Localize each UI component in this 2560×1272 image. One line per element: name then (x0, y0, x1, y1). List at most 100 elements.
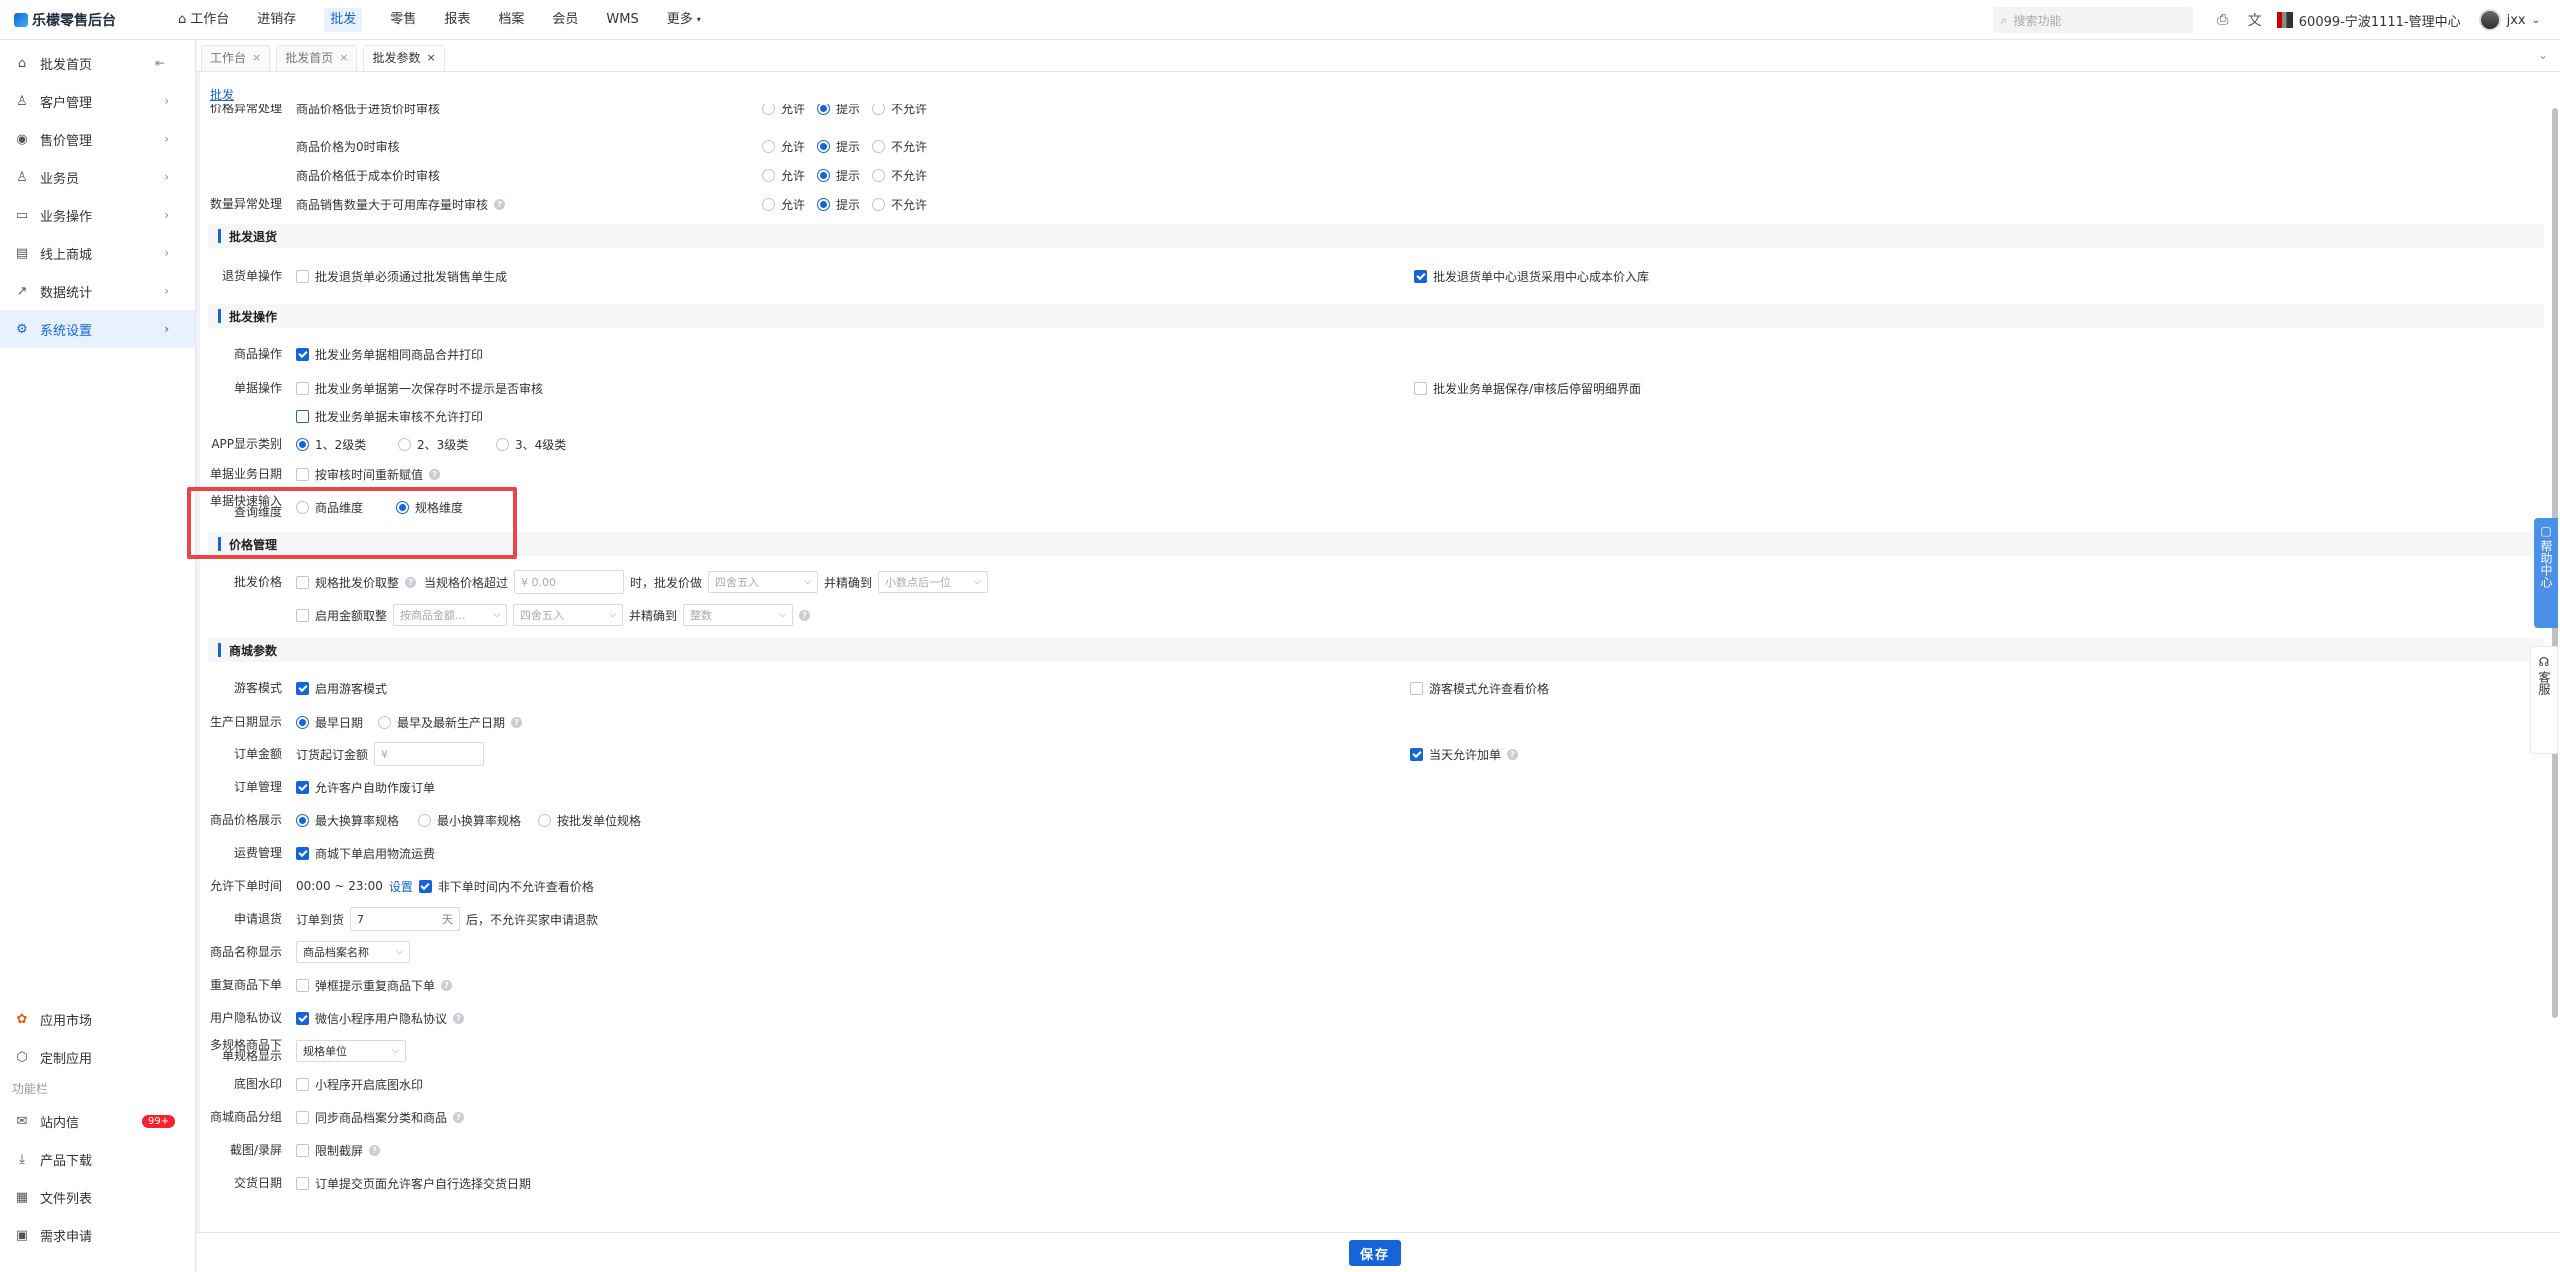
radio-wholesale-unit-spec[interactable] (538, 813, 551, 827)
checkbox-guest-view-price[interactable] (1410, 681, 1423, 695)
checkbox-merge-print[interactable] (296, 347, 309, 361)
save-button[interactable]: 保存 (1349, 1240, 1401, 1266)
nav-item-reports[interactable]: 报表 (430, 0, 484, 40)
nav-item-member[interactable]: 会员 (538, 0, 592, 40)
help-icon[interactable]: ? (453, 1111, 465, 1123)
precision-select[interactable]: 小数点后一位 ⌵ (878, 571, 989, 593)
sidebar-item-salesman[interactable]: ♙ 业务员 › (0, 158, 195, 196)
checkbox-limit-screenshot[interactable] (296, 1143, 309, 1157)
checkbox-same-day-add[interactable] (1410, 747, 1423, 761)
nav-item-wms[interactable]: WMS (592, 0, 652, 40)
sidebar-item-messages[interactable]: ✉ 站内信 99+ (0, 1102, 196, 1140)
checkbox-privacy-agreement[interactable] (296, 1011, 309, 1025)
checkbox-watermark[interactable] (296, 1077, 309, 1091)
radio-prompt[interactable] (817, 168, 831, 182)
sidebar-item-settings[interactable]: ⚙ 系统设置 › (0, 310, 195, 348)
radio-prompt[interactable] (817, 104, 831, 115)
refund-days-input[interactable]: 7天 (350, 907, 461, 931)
min-order-amount-input[interactable]: ¥ (374, 742, 485, 766)
radio-max-ratio-spec[interactable] (296, 813, 309, 827)
radio-prompt[interactable] (817, 197, 831, 211)
sidebar-item-file-list[interactable]: ▦ 文件列表 (0, 1178, 196, 1216)
nav-item-inventory[interactable]: 进销存 (243, 0, 310, 40)
checkbox-enable-guest-mode[interactable] (296, 681, 309, 695)
checkbox-no-audit-prompt[interactable] (296, 381, 309, 395)
tab-wholesale-home[interactable]: 批发首页 × (276, 45, 358, 71)
sidebar-item-operation[interactable]: ▭ 业务操作 › (0, 196, 195, 234)
radio-allow[interactable] (762, 139, 775, 153)
checkbox-spec-price-round[interactable] (296, 575, 309, 589)
checkbox-customer-select-delivery[interactable] (296, 1176, 309, 1190)
rounding-method-select[interactable]: 四舍五入 ⌵ (708, 571, 819, 593)
nav-item-wholesale[interactable]: 批发 (310, 0, 376, 40)
help-icon[interactable]: ? (511, 716, 523, 728)
radio-min-ratio-spec[interactable] (418, 813, 431, 827)
sidebar-item-statistics[interactable]: ↗ 数据统计 › (0, 272, 195, 310)
tab-wholesale-params[interactable]: 批发参数 × (363, 45, 445, 71)
checkbox-self-cancel-order[interactable] (296, 780, 309, 794)
help-icon[interactable]: ? (441, 979, 453, 991)
radio-app-level-23[interactable] (398, 437, 411, 451)
radio-allow[interactable] (762, 197, 775, 211)
checkbox-return-from-sales[interactable] (296, 269, 309, 283)
set-order-time-link[interactable]: 设置 (389, 878, 413, 895)
checkbox-return-center-cost[interactable] (1414, 269, 1427, 283)
help-icon[interactable]: ? (405, 576, 417, 588)
help-center-button[interactable]: ▢ 帮助中心 (2534, 518, 2558, 628)
sidebar-item-custom-app[interactable]: ⬡ 定制应用 (0, 1038, 196, 1076)
checkbox-duplicate-prompt[interactable] (296, 978, 309, 992)
function-search-input[interactable]: ⌕ 搜索功能 (1992, 7, 2193, 33)
checkbox-hide-price-off-hours[interactable] (418, 879, 432, 893)
help-icon[interactable]: ? (799, 609, 811, 621)
close-icon[interactable]: × (252, 46, 261, 71)
close-icon[interactable]: × (339, 46, 348, 71)
radio-deny[interactable] (872, 104, 886, 115)
breadcrumb[interactable]: 批发 (210, 86, 234, 103)
sidebar-item-request[interactable]: ▣ 需求申请 (0, 1216, 196, 1254)
product-name-display-select[interactable]: 商品档案名称 ⌵ (296, 941, 410, 963)
language-icon[interactable]: 文 (2239, 10, 2271, 30)
tab-workbench[interactable]: 工作台 × (201, 45, 271, 71)
checkbox-unaudited-no-print[interactable] (296, 409, 309, 423)
radio-app-level-12[interactable] (296, 437, 309, 451)
checkbox-stay-detail[interactable] (1414, 381, 1427, 395)
printer-icon[interactable]: ⎙ (2207, 12, 2239, 28)
radio-earliest-latest-date[interactable] (378, 715, 391, 729)
radio-deny[interactable] (872, 168, 886, 182)
help-icon[interactable]: ? (369, 1144, 381, 1156)
multi-spec-display-select[interactable]: 规格单位 ⌵ (296, 1040, 406, 1062)
sidebar-item-online-mall[interactable]: ▤ 线上商城 › (0, 234, 195, 272)
tabs-menu-icon[interactable]: ⌄ (2538, 48, 2548, 62)
radio-earliest-date[interactable] (296, 715, 309, 729)
close-icon[interactable]: × (426, 46, 435, 71)
radio-deny[interactable] (872, 197, 886, 211)
amount-precision-select[interactable]: 整数 ⌵ (683, 604, 794, 626)
collapse-sidebar-icon[interactable]: ⇤ (155, 56, 165, 70)
amount-rounding-select[interactable]: 四舍五入 ⌵ (513, 604, 624, 626)
nav-item-workbench[interactable]: ⌂ 工作台 (164, 0, 243, 40)
customer-service-button[interactable]: ☊ 客服 (2530, 646, 2558, 754)
nav-item-retail[interactable]: 零售 (376, 0, 430, 40)
exceed-amount-input[interactable]: ¥ 0.00 (514, 570, 625, 594)
nav-item-more[interactable]: 更多 ▾ (653, 0, 715, 40)
radio-app-level-34[interactable] (496, 437, 509, 451)
radio-product-dimension[interactable] (296, 500, 309, 514)
checkbox-enable-freight[interactable] (296, 846, 309, 860)
sidebar-item-app-market[interactable]: ✿ 应用市场 (0, 1000, 196, 1038)
help-icon[interactable]: ? (453, 1012, 465, 1024)
sidebar-item-price[interactable]: ◉ 售价管理 › (0, 120, 195, 158)
checkbox-sync-category[interactable] (296, 1110, 309, 1124)
radio-spec-dimension[interactable] (396, 500, 409, 514)
sidebar-item-download[interactable]: ⤓ 产品下载 (0, 1140, 196, 1178)
radio-prompt[interactable] (817, 139, 831, 153)
user-menu[interactable]: jxx ⌄ (2478, 9, 2560, 31)
radio-deny[interactable] (872, 139, 886, 153)
radio-allow[interactable] (762, 104, 775, 115)
app-logo[interactable]: 乐檬零售后台 (14, 10, 154, 30)
amount-basis-select[interactable]: 按商品金额... ⌵ (393, 604, 508, 626)
help-icon[interactable]: ? (429, 468, 441, 480)
help-icon[interactable]: ? (1507, 748, 1519, 760)
checkbox-amount-round[interactable] (296, 608, 309, 622)
checkbox-reassign-by-audit-time[interactable] (296, 467, 309, 481)
radio-allow[interactable] (762, 168, 775, 182)
